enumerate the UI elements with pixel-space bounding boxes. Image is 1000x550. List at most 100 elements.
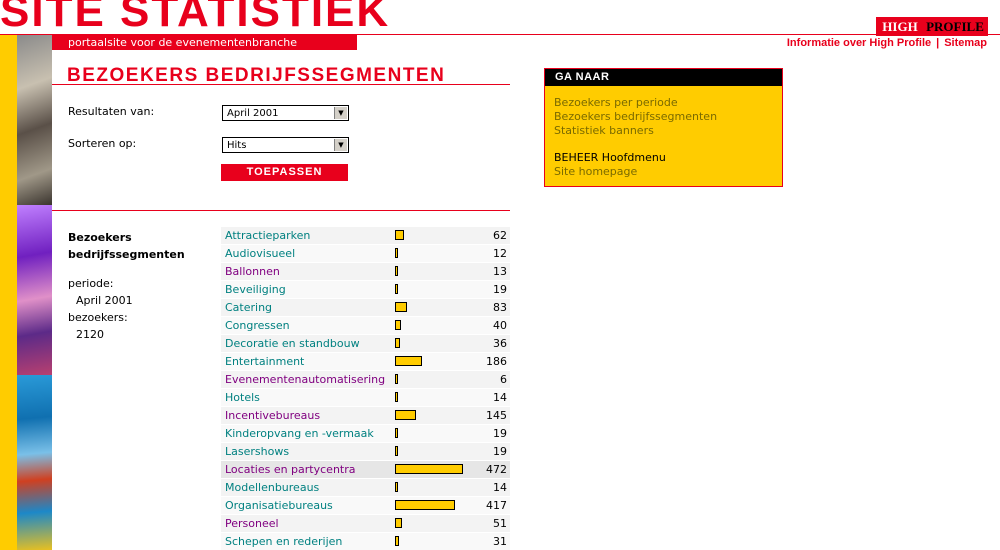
site-title: SITE STATISTIEK xyxy=(0,0,391,36)
segment-bar xyxy=(395,284,398,294)
segment-count: 40 xyxy=(493,319,507,332)
nav-link-visitors-segments[interactable]: Bezoekers bedrijfssegmenten xyxy=(554,110,717,124)
table-row: Decoratie en standbouw 36 xyxy=(221,335,510,352)
segment-link[interactable]: Beveiliging xyxy=(225,283,286,296)
goto-panel-heading: GA NAAR xyxy=(545,69,782,86)
logo-text-profile: PROFILE xyxy=(923,18,987,35)
segment-link[interactable]: Incentivebureaus xyxy=(225,409,320,422)
section-rule xyxy=(52,210,510,211)
period-select[interactable]: April 2001 ▼ xyxy=(222,105,349,121)
segment-count: 51 xyxy=(493,517,507,530)
sort-select[interactable]: Hits ▼ xyxy=(222,137,349,153)
segment-link[interactable]: Audiovisueel xyxy=(225,247,295,260)
photo-people xyxy=(17,205,52,375)
segment-link[interactable]: Modellenbureaus xyxy=(225,481,319,494)
photo-animal xyxy=(17,35,52,205)
segment-link[interactable]: Lasershows xyxy=(225,445,289,458)
period-select-value: April 2001 xyxy=(227,108,279,119)
decorative-photo-strip xyxy=(17,35,52,550)
photo-ferris-wheel xyxy=(17,375,52,550)
yellow-side-stripe xyxy=(0,35,17,550)
sitemap-link[interactable]: Sitemap xyxy=(944,37,987,49)
table-row: Modellenbureaus 14 xyxy=(221,479,510,496)
table-row: Beveiliging 19 xyxy=(221,281,510,298)
visitors-value: 2120 xyxy=(76,328,104,341)
apply-button[interactable]: TOEPASSEN xyxy=(221,164,348,181)
segment-bar xyxy=(395,518,402,528)
top-links: Informatie over High Profile | Sitemap xyxy=(787,37,987,49)
segment-bar xyxy=(395,536,399,546)
segment-link[interactable]: Personeel xyxy=(225,517,279,530)
segment-bar xyxy=(395,302,407,312)
table-row: Kinderopvang en -vermaak 19 xyxy=(221,425,510,442)
segment-count: 19 xyxy=(493,445,507,458)
segment-bar xyxy=(395,356,422,366)
segment-link[interactable]: Ballonnen xyxy=(225,265,280,278)
segment-count: 472 xyxy=(486,463,507,476)
segment-link[interactable]: Congressen xyxy=(225,319,290,332)
segment-link[interactable]: Evenementenautomatisering xyxy=(225,373,385,386)
segment-count: 13 xyxy=(493,265,507,278)
chevron-down-icon[interactable]: ▼ xyxy=(334,107,347,119)
segment-bar xyxy=(395,446,398,456)
segment-link[interactable]: Organisatiebureaus xyxy=(225,499,333,512)
segment-link[interactable]: Attractieparken xyxy=(225,229,310,242)
segment-bar xyxy=(395,374,398,384)
table-row: Organisatiebureaus 417 xyxy=(221,497,510,514)
heading-rule xyxy=(52,84,510,85)
summary-title-line2: bedrijfssegmenten xyxy=(68,248,185,261)
segment-count: 14 xyxy=(493,391,507,404)
segment-count: 14 xyxy=(493,481,507,494)
summary-title: Bezoekers bedrijfssegmenten xyxy=(68,229,208,263)
segment-bar xyxy=(395,338,400,348)
nav-link-admin-menu[interactable]: BEHEER Hoofdmenu xyxy=(554,151,666,165)
table-row: Hotels 14 xyxy=(221,389,510,406)
segment-link[interactable]: Decoratie en standbouw xyxy=(225,337,360,350)
segment-count: 145 xyxy=(486,409,507,422)
nav-link-visitors-per-period[interactable]: Bezoekers per periode xyxy=(554,96,678,110)
segment-count: 36 xyxy=(493,337,507,350)
results-label: Resultaten van: xyxy=(68,105,155,118)
segment-link[interactable]: Hotels xyxy=(225,391,260,404)
table-row: Locaties en partycentra 472 xyxy=(221,461,510,478)
segment-count: 19 xyxy=(493,427,507,440)
segment-count: 62 xyxy=(493,229,507,242)
segment-bar xyxy=(395,320,401,330)
link-separator: | xyxy=(936,37,940,49)
segment-bar xyxy=(395,464,463,474)
sort-label: Sorteren op: xyxy=(68,137,137,150)
tagline: portaalsite voor de evenementenbranche xyxy=(52,35,357,50)
segment-link[interactable]: Entertainment xyxy=(225,355,304,368)
segment-bar xyxy=(395,248,398,258)
segment-count: 6 xyxy=(500,373,507,386)
period-label: periode: xyxy=(68,277,114,290)
nav-link-banner-stats[interactable]: Statistiek banners xyxy=(554,124,654,138)
table-row: Ballonnen 13 xyxy=(221,263,510,280)
summary-title-line1: Bezoekers xyxy=(68,231,132,244)
table-row: Congressen 40 xyxy=(221,317,510,334)
segment-count: 417 xyxy=(486,499,507,512)
table-row: Entertainment 186 xyxy=(221,353,510,370)
visitors-label: bezoekers: xyxy=(68,311,128,324)
segment-link[interactable]: Catering xyxy=(225,301,272,314)
table-row: Audiovisueel 12 xyxy=(221,245,510,262)
nav-link-site-homepage[interactable]: Site homepage xyxy=(554,165,637,179)
info-high-profile-link[interactable]: Informatie over High Profile xyxy=(787,37,931,49)
segment-bar xyxy=(395,428,398,438)
segment-link[interactable]: Kinderopvang en -vermaak xyxy=(225,427,374,440)
high-profile-logo[interactable]: HIGH PROFILE xyxy=(876,17,988,36)
sort-select-value: Hits xyxy=(227,140,247,151)
table-row: Evenementenautomatisering 6 xyxy=(221,371,510,388)
segment-bar xyxy=(395,500,455,510)
segment-link[interactable]: Locaties en partycentra xyxy=(225,463,356,476)
segment-bar xyxy=(395,482,398,492)
goto-panel: GA NAAR Bezoekers per periode Bezoekers … xyxy=(544,68,783,187)
segment-count: 31 xyxy=(493,535,507,548)
segment-count: 19 xyxy=(493,283,507,296)
segment-link[interactable]: Schepen en rederijen xyxy=(225,535,342,548)
period-value: April 2001 xyxy=(76,294,133,307)
table-row: Personeel 51 xyxy=(221,515,510,532)
logo-text-high: HIGH xyxy=(877,18,923,35)
table-row: Catering 83 xyxy=(221,299,510,316)
chevron-down-icon[interactable]: ▼ xyxy=(334,139,347,151)
